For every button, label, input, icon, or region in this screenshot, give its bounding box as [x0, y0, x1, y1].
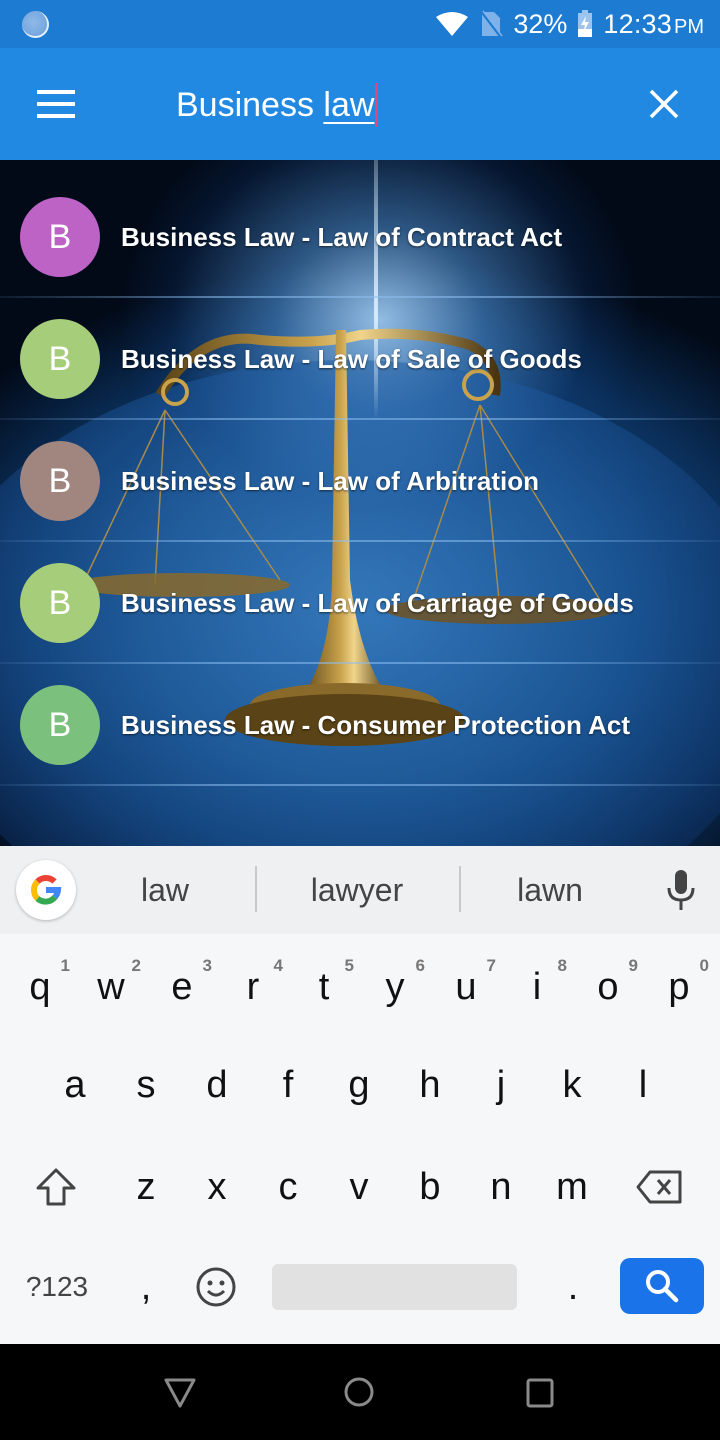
navigation-bar [0, 1344, 720, 1440]
result-item[interactable]: B Business Law - Law of Sale of Goods [0, 298, 720, 420]
key-s[interactable]: s [114, 1040, 178, 1130]
key-b[interactable]: b [398, 1142, 462, 1232]
home-circle-icon [344, 1377, 374, 1407]
shift-icon [36, 1168, 76, 1206]
recents-square-icon [526, 1378, 554, 1408]
suggestion-1[interactable]: law [90, 846, 240, 934]
period-key[interactable]: . [541, 1242, 605, 1332]
avatar: B [20, 319, 100, 399]
key-v[interactable]: v [327, 1142, 391, 1232]
text-cursor [375, 83, 379, 128]
result-title: Business Law - Law of Arbitration [121, 466, 539, 496]
clear-search-button[interactable] [640, 80, 688, 128]
result-item[interactable]: B Business Law - Law of Contract Act [0, 176, 720, 298]
suggestion-strip: law lawyer lawn [0, 846, 720, 934]
battery-charging-icon [578, 10, 593, 37]
divider [255, 866, 257, 912]
home-button[interactable] [341, 1374, 381, 1414]
backspace-key[interactable] [628, 1142, 692, 1232]
google-g-icon [31, 874, 62, 905]
key-a[interactable]: a [43, 1040, 107, 1130]
avatar: B [20, 197, 100, 277]
key-q[interactable]: q1 [8, 942, 72, 1032]
recents-button[interactable] [522, 1374, 562, 1414]
key-o[interactable]: o9 [576, 942, 640, 1032]
key-e[interactable]: e3 [150, 942, 214, 1032]
divider [459, 866, 461, 912]
key-h[interactable]: h [398, 1040, 462, 1130]
comma-key[interactable]: , [114, 1242, 178, 1332]
result-title: Business Law - Consumer Protection Act [121, 710, 631, 740]
key-u[interactable]: u7 [434, 942, 498, 1032]
no-sim-icon [481, 10, 503, 38]
suggestion-3[interactable]: lawn [475, 846, 625, 934]
app-bar: Business law [0, 48, 720, 160]
result-item[interactable]: B Business Law - Consumer Protection Act [0, 664, 720, 786]
emoji-key[interactable] [184, 1242, 248, 1332]
result-title: Business Law - Law of Contract Act [121, 222, 563, 252]
emoji-icon [196, 1267, 236, 1307]
key-l[interactable]: l [611, 1040, 675, 1130]
menu-button[interactable] [30, 84, 82, 124]
search-results-list: B Business Law - Law of Contract Act B B… [0, 176, 720, 786]
key-z[interactable]: z [114, 1142, 178, 1232]
key-k[interactable]: k [540, 1040, 604, 1130]
search-input[interactable]: Business law [176, 78, 596, 132]
hamburger-menu-icon [37, 90, 75, 94]
google-button[interactable] [16, 860, 76, 920]
search-icon [646, 1270, 679, 1303]
suggestion-2[interactable]: lawyer [272, 846, 442, 934]
back-triangle-icon [164, 1378, 196, 1408]
avatar: B [20, 441, 100, 521]
key-i[interactable]: i8 [505, 942, 569, 1032]
soft-keyboard: law lawyer lawn q1 w2 e3 r4 t5 y6 u7 i8 … [0, 846, 720, 1344]
battery-percent: 32% [513, 8, 568, 39]
key-p[interactable]: p0 [647, 942, 711, 1032]
backspace-icon [636, 1170, 682, 1204]
result-title: Business Law - Law of Sale of Goods [121, 344, 582, 374]
back-button[interactable] [162, 1374, 202, 1414]
microphone-icon [667, 870, 695, 910]
result-item[interactable]: B Business Law - Law of Carriage of Good… [0, 542, 720, 664]
status-icons: 32% 12:33 PM [435, 0, 704, 48]
shift-key[interactable] [24, 1142, 88, 1232]
avatar: B [20, 685, 100, 765]
key-n[interactable]: n [469, 1142, 533, 1232]
wifi-icon [436, 12, 469, 36]
clock: 12:33 PM [603, 8, 704, 39]
symbols-key[interactable]: ?123 [12, 1242, 102, 1332]
key-y[interactable]: y6 [363, 942, 427, 1032]
key-w[interactable]: w2 [79, 942, 143, 1032]
composing-text: law [323, 86, 375, 124]
search-action-key[interactable] [620, 1258, 704, 1314]
key-d[interactable]: d [185, 1040, 249, 1130]
key-t[interactable]: t5 [292, 942, 356, 1032]
key-g[interactable]: g [327, 1040, 391, 1130]
results-area: B Business Law - Law of Contract Act B B… [0, 160, 720, 846]
voice-input-button[interactable] [660, 868, 702, 912]
space-bar[interactable] [272, 1264, 517, 1310]
result-item[interactable]: B Business Law - Law of Arbitration [0, 420, 720, 542]
avatar: B [20, 563, 100, 643]
close-icon [649, 89, 679, 119]
key-r[interactable]: r4 [221, 942, 285, 1032]
key-m[interactable]: m [540, 1142, 604, 1232]
sync-icon [22, 11, 49, 38]
key-j[interactable]: j [469, 1040, 533, 1130]
key-f[interactable]: f [256, 1040, 320, 1130]
result-title: Business Law - Law of Carriage of Goods [121, 588, 634, 618]
status-bar: 32% 12:33 PM [0, 0, 720, 48]
key-c[interactable]: c [256, 1142, 320, 1232]
key-x[interactable]: x [185, 1142, 249, 1232]
